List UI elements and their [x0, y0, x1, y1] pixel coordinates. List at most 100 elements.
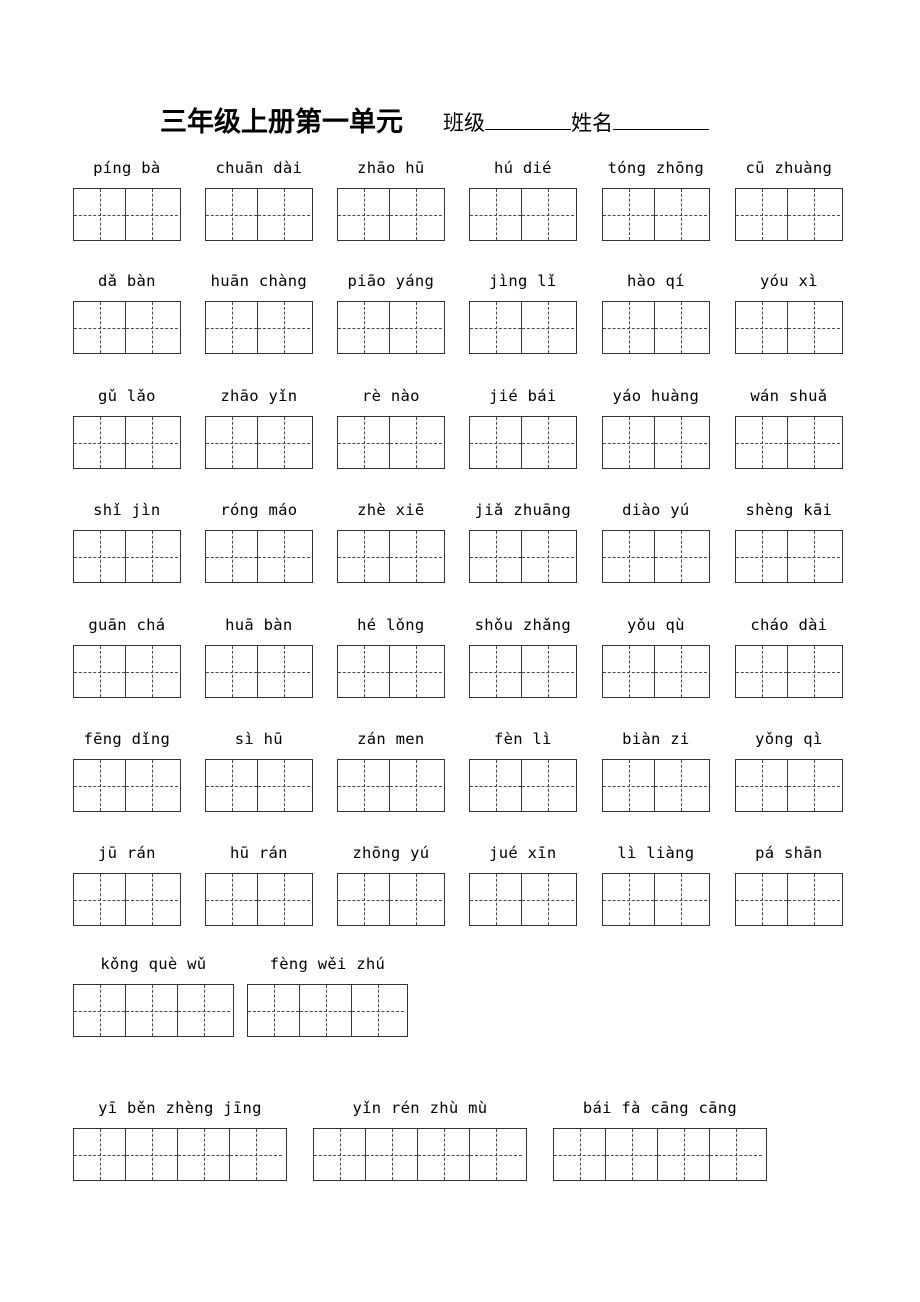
character-cell[interactable]	[655, 302, 707, 353]
character-cell[interactable]	[258, 189, 310, 240]
tianzige-grid[interactable]	[602, 873, 710, 926]
character-cell[interactable]	[788, 189, 840, 240]
character-cell[interactable]	[126, 189, 178, 240]
character-cell[interactable]	[74, 189, 126, 240]
character-cell[interactable]	[522, 646, 574, 697]
character-cell[interactable]	[206, 531, 258, 582]
tianzige-grid[interactable]	[469, 530, 577, 583]
character-cell[interactable]	[788, 302, 840, 353]
character-cell[interactable]	[788, 646, 840, 697]
character-cell[interactable]	[338, 417, 390, 468]
character-cell[interactable]	[522, 302, 574, 353]
character-cell[interactable]	[603, 189, 655, 240]
tianzige-grid[interactable]	[337, 416, 445, 469]
tianzige-grid[interactable]	[602, 416, 710, 469]
character-cell[interactable]	[206, 302, 258, 353]
character-cell[interactable]	[230, 1129, 282, 1180]
tianzige-grid[interactable]	[73, 188, 181, 241]
character-cell[interactable]	[338, 646, 390, 697]
character-cell[interactable]	[522, 760, 574, 811]
tianzige-grid[interactable]	[205, 645, 313, 698]
character-cell[interactable]	[603, 417, 655, 468]
character-cell[interactable]	[338, 874, 390, 925]
character-cell[interactable]	[338, 302, 390, 353]
tianzige-grid[interactable]	[73, 416, 181, 469]
tianzige-grid[interactable]	[602, 530, 710, 583]
tianzige-grid[interactable]	[205, 416, 313, 469]
character-cell[interactable]	[126, 417, 178, 468]
character-cell[interactable]	[338, 760, 390, 811]
tianzige-grid[interactable]	[735, 301, 843, 354]
character-cell[interactable]	[655, 417, 707, 468]
character-cell[interactable]	[74, 760, 126, 811]
character-cell[interactable]	[126, 646, 178, 697]
tianzige-grid[interactable]	[337, 645, 445, 698]
character-cell[interactable]	[554, 1129, 606, 1180]
character-cell[interactable]	[206, 646, 258, 697]
character-cell[interactable]	[603, 874, 655, 925]
character-cell[interactable]	[126, 874, 178, 925]
tianzige-grid[interactable]	[602, 645, 710, 698]
character-cell[interactable]	[470, 874, 522, 925]
character-cell[interactable]	[314, 1129, 366, 1180]
character-cell[interactable]	[300, 985, 352, 1036]
character-cell[interactable]	[603, 646, 655, 697]
tianzige-grid[interactable]	[337, 188, 445, 241]
character-cell[interactable]	[470, 1129, 522, 1180]
character-cell[interactable]	[655, 531, 707, 582]
tianzige-grid[interactable]	[205, 188, 313, 241]
tianzige-grid[interactable]	[337, 530, 445, 583]
character-cell[interactable]	[470, 302, 522, 353]
tianzige-grid[interactable]	[469, 873, 577, 926]
character-cell[interactable]	[418, 1129, 470, 1180]
character-cell[interactable]	[338, 531, 390, 582]
tianzige-grid[interactable]	[735, 530, 843, 583]
tianzige-grid[interactable]	[73, 530, 181, 583]
tianzige-grid[interactable]	[553, 1128, 767, 1181]
character-cell[interactable]	[390, 531, 442, 582]
character-cell[interactable]	[258, 874, 310, 925]
character-cell[interactable]	[736, 760, 788, 811]
tianzige-grid[interactable]	[469, 416, 577, 469]
tianzige-grid[interactable]	[337, 301, 445, 354]
character-cell[interactable]	[655, 189, 707, 240]
tianzige-grid[interactable]	[735, 416, 843, 469]
character-cell[interactable]	[366, 1129, 418, 1180]
character-cell[interactable]	[470, 646, 522, 697]
character-cell[interactable]	[788, 760, 840, 811]
tianzige-grid[interactable]	[73, 984, 234, 1037]
tianzige-grid[interactable]	[469, 188, 577, 241]
character-cell[interactable]	[126, 531, 178, 582]
character-cell[interactable]	[126, 302, 178, 353]
character-cell[interactable]	[258, 646, 310, 697]
tianzige-grid[interactable]	[205, 759, 313, 812]
character-cell[interactable]	[74, 417, 126, 468]
character-cell[interactable]	[74, 646, 126, 697]
character-cell[interactable]	[655, 760, 707, 811]
character-cell[interactable]	[178, 985, 230, 1036]
character-cell[interactable]	[390, 646, 442, 697]
tianzige-grid[interactable]	[602, 759, 710, 812]
character-cell[interactable]	[258, 417, 310, 468]
tianzige-grid[interactable]	[602, 301, 710, 354]
character-cell[interactable]	[788, 874, 840, 925]
character-cell[interactable]	[390, 417, 442, 468]
character-cell[interactable]	[655, 646, 707, 697]
character-cell[interactable]	[126, 760, 178, 811]
character-cell[interactable]	[248, 985, 300, 1036]
character-cell[interactable]	[126, 1129, 178, 1180]
character-cell[interactable]	[470, 531, 522, 582]
character-cell[interactable]	[788, 531, 840, 582]
character-cell[interactable]	[603, 302, 655, 353]
character-cell[interactable]	[522, 531, 574, 582]
character-cell[interactable]	[736, 189, 788, 240]
character-cell[interactable]	[736, 302, 788, 353]
character-cell[interactable]	[603, 531, 655, 582]
character-cell[interactable]	[206, 874, 258, 925]
character-cell[interactable]	[522, 189, 574, 240]
character-cell[interactable]	[522, 874, 574, 925]
character-cell[interactable]	[522, 417, 574, 468]
character-cell[interactable]	[603, 760, 655, 811]
character-cell[interactable]	[655, 874, 707, 925]
tianzige-grid[interactable]	[73, 1128, 287, 1181]
